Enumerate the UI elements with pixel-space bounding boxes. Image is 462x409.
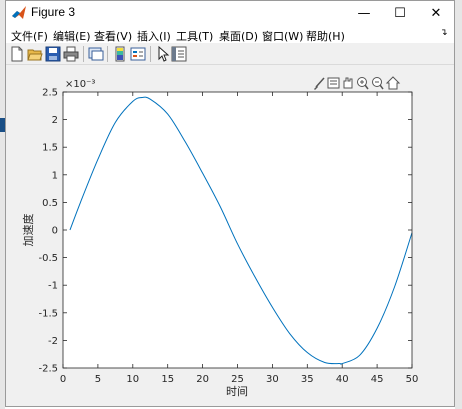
x-tick-label: 30: [266, 374, 279, 385]
x-tick-label: 40: [336, 374, 349, 385]
y-tick-label: 1.5: [42, 143, 58, 154]
toolbar-separator: [83, 46, 84, 62]
brush-icon[interactable]: [314, 77, 325, 90]
figure-toolbar: [6, 43, 454, 65]
y-axis-label: 加速度: [21, 214, 35, 247]
window-title: Figure 3: [31, 5, 76, 19]
y-tick-label: 2.5: [42, 88, 58, 99]
y-tick-label: -1.5: [38, 308, 58, 319]
x-axis-label: 时间: [226, 385, 248, 398]
x-tick-label: 5: [95, 374, 101, 385]
x-tick-label: 15: [161, 374, 174, 385]
toolbar-separator: [150, 46, 151, 62]
insert-legend-icon[interactable]: [130, 46, 146, 62]
menu-view[interactable]: 查看(V): [94, 28, 132, 44]
edit-plot-icon[interactable]: [155, 46, 171, 62]
y-tick-label: 0: [52, 226, 58, 237]
menu-file[interactable]: 文件(F): [11, 28, 48, 44]
x-tick-label: 45: [371, 374, 384, 385]
menu-insert[interactable]: 插入(I): [137, 28, 171, 44]
menu-desktop[interactable]: 桌面(D): [219, 28, 258, 44]
y-tick-label: -1: [48, 281, 58, 292]
save-icon[interactable]: [45, 46, 61, 62]
close-button[interactable]: ✕: [418, 1, 454, 25]
menu-overflow-arrow-icon[interactable]: ↴: [440, 28, 448, 38]
open-file-icon[interactable]: [27, 46, 43, 62]
insert-colorbar-icon[interactable]: [112, 46, 128, 62]
toolbar-separator: [107, 46, 108, 62]
link-plot-icon[interactable]: [88, 46, 104, 62]
axes-background[interactable]: [63, 92, 412, 368]
y-tick-label: 1: [52, 170, 58, 181]
figure-canvas: 0 5 10 15 20 25 30 35 40 45 50 2.5 2 1.5 1 0.5 0 -0.5 -1 -1…: [6, 65, 454, 406]
y-tick-label: -2.5: [38, 364, 58, 375]
axes-toolbar: [314, 76, 401, 90]
menu-window[interactable]: 窗口(W): [262, 28, 303, 44]
y-tick-label: -2: [48, 336, 58, 347]
plot-svg: 0 5 10 15 20 25 30 35 40 45 50 2.5 2 1.5 1 0.5 0 -0.5 -1 -1…: [21, 76, 419, 398]
print-icon[interactable]: [63, 46, 79, 62]
x-tick-label: 25: [231, 374, 244, 385]
x-tick-label: 0: [60, 374, 66, 385]
home-icon[interactable]: [385, 76, 401, 90]
zoom-in-icon[interactable]: [357, 77, 369, 90]
y-tick-label: 2: [52, 115, 58, 126]
matlab-icon: [11, 5, 27, 21]
x-tick-label: 20: [196, 374, 209, 385]
exponent-label: ×10⁻³: [65, 79, 95, 90]
title-bar[interactable]: Figure 3 — ☐ ✕: [6, 1, 454, 25]
menu-bar: 文件(F) 编辑(E) 查看(V) 插入(I) 工具(T) 桌面(D) 窗口(W…: [6, 25, 454, 43]
zoom-out-icon[interactable]: [372, 77, 384, 90]
menu-edit[interactable]: 编辑(E): [53, 28, 91, 44]
menu-tools[interactable]: 工具(T): [176, 28, 213, 44]
data-tips-icon[interactable]: [327, 77, 340, 89]
y-tick-label: 0.5: [42, 198, 58, 209]
property-inspector-icon[interactable]: [171, 46, 187, 62]
x-tick-label: 50: [406, 374, 419, 385]
new-figure-icon[interactable]: [9, 46, 25, 62]
x-tick-label: 10: [126, 374, 139, 385]
pan-icon[interactable]: [343, 77, 353, 89]
figure-window: Figure 3 — ☐ ✕ 文件(F) 编辑(E) 查看(V) 插入(I) 工…: [5, 0, 455, 407]
background-desktop-right: [455, 0, 462, 409]
menu-help[interactable]: 帮助(H): [306, 28, 345, 44]
maximize-button[interactable]: ☐: [382, 1, 418, 25]
minimize-button[interactable]: —: [346, 1, 382, 25]
y-tick-label: -0.5: [38, 253, 58, 264]
x-tick-label: 35: [301, 374, 314, 385]
